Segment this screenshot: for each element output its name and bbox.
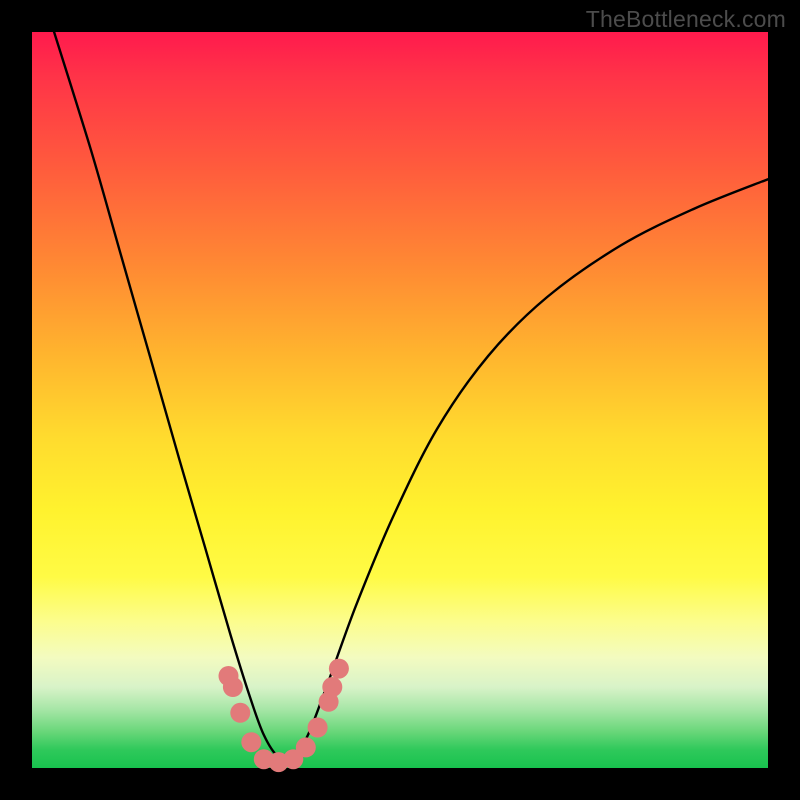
- marker-dot: [230, 703, 250, 723]
- marker-dot: [296, 737, 316, 757]
- chart-frame: TheBottleneck.com: [0, 0, 800, 800]
- marker-dot: [322, 677, 342, 697]
- marker-dot: [308, 718, 328, 738]
- marker-dot: [329, 659, 349, 679]
- marker-dot: [241, 732, 261, 752]
- marker-dot: [223, 677, 243, 697]
- curve-layer: [32, 32, 768, 768]
- watermark-text: TheBottleneck.com: [586, 6, 786, 33]
- plot-area: [32, 32, 768, 768]
- bottleneck-curve: [54, 32, 768, 760]
